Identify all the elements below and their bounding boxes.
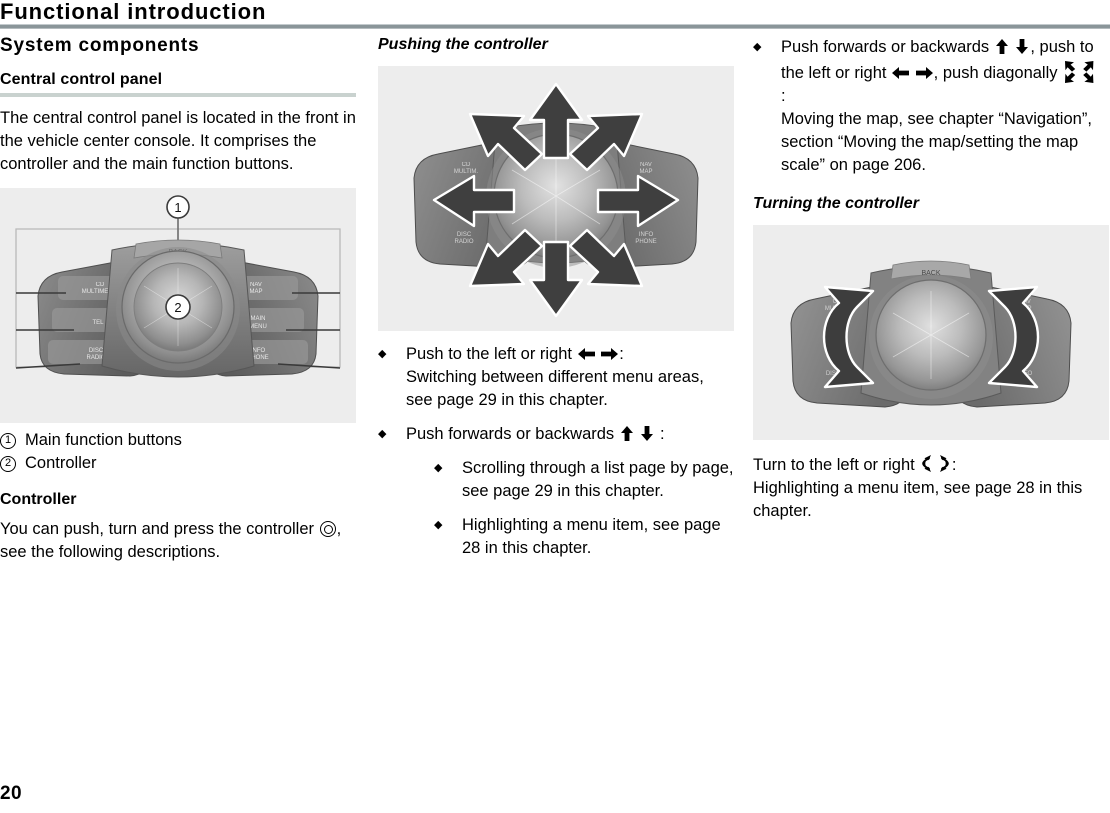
svg-text:2: 2 [174,300,181,315]
bullet-push-forwards-backwards: ◆ Push forwards or backwards : ◆ Scrolli… [378,423,734,571]
moving-map-bullet-list: ◆ Push forwards or backwards , push to t… [753,36,1109,177]
sub-bullet-highlighting: ◆ Highlighting a menu item, see page 28 … [434,514,734,560]
bullet-colon: : [619,345,624,364]
figure-legend: 1 Main function buttons 2 Controller [0,429,356,475]
subsection-title: Central control panel [0,70,163,88]
bullet-marker: ◆ [434,519,443,532]
running-head-title: Functional introduction [0,0,267,24]
column-2: Pushing the controller CD MULTIM. DISC R… [378,36,734,571]
intro-paragraph: The central control panel is located in … [0,109,356,174]
svg-text:1: 1 [174,200,181,215]
bullet-push-all-directions: ◆ Push forwards or backwards , push to t… [753,36,1109,177]
arrow-left-icon [577,347,595,361]
controller-heading: Controller [0,491,77,509]
turning-the-controller-heading: Turning the controller [753,195,919,212]
pushing-the-controller-figure: CD MULTIM. DISC RADIO NAV MAP INFO PHONE [378,66,734,332]
pushing-sub-bullet-list: ◆ Scrolling through a list page by page,… [406,457,734,560]
arrow-up-icon [620,426,634,442]
header-rule [0,24,1110,29]
bullet-push-left-right: ◆ Push to the left or right : Switching … [378,343,734,412]
legend-number-2: 2 [0,455,16,472]
arrow-left-icon [892,66,910,80]
svg-text:INFO: INFO [639,232,654,238]
legend-label-1: Main function buttons [25,431,182,450]
legend-item-1: 1 Main function buttons [0,429,356,452]
up-down-arrows-icon [994,38,1031,56]
bullet-detail-text: Switching between different menu areas, … [406,368,704,410]
legend-label-2: Controller [25,454,97,473]
svg-text:RADIO: RADIO [454,239,473,245]
svg-text:DISC: DISC [457,232,472,238]
page-header: Functional introduction [0,0,1110,30]
turn-text-after: : [951,456,957,475]
central-control-panel-figure: 1 CD MULTIMEDIA TEL DISC RADIO NAV MAP M… [0,188,356,424]
legend-number-1: 1 [0,432,16,449]
rotate-left-icon [920,455,932,473]
controller-paragraph: You can push, turn and press the control… [0,518,356,564]
bullet-part-1: Push forwards or backwards [781,38,990,56]
bullet-marker: ◆ [378,348,387,361]
arrow-down-icon [1015,39,1029,54]
four-diagonal-arrows-icon [1063,59,1107,85]
svg-text:TEL: TEL [92,320,104,326]
pushing-the-controller-heading: Pushing the controller [378,36,548,53]
subsection-rule [0,93,356,98]
arrow-right-icon [601,347,619,361]
bullet-marker: ◆ [753,41,762,53]
rotate-left-right-arrows-icon [919,455,952,474]
svg-text:MAP: MAP [639,169,652,175]
svg-text:NAV: NAV [250,282,262,288]
legend-item-2: 2 Controller [0,452,356,475]
svg-text:MULTIM.: MULTIM. [454,169,479,175]
svg-text:PHONE: PHONE [635,239,656,245]
left-right-arrows-icon [891,64,934,82]
sub-bullet-text: Scrolling through a list page by page, s… [462,459,734,501]
left-right-arrows-icon [577,345,620,363]
column-1: System components Central control panel … [0,35,356,576]
svg-text:CD: CD [462,162,471,168]
svg-text:MENU: MENU [249,324,267,330]
sub-bullet-scrolling: ◆ Scrolling through a list page by page,… [434,457,734,503]
turn-text-before: Turn to the left or right [753,456,915,475]
section-title: System components [0,35,200,56]
rotate-right-icon [939,455,951,473]
pushing-bullet-list: ◆ Push to the left or right : Switching … [378,343,734,571]
bullet-part-3: , push diagonally [933,64,1058,82]
up-down-arrows-icon [619,425,656,443]
column-3: ◆ Push forwards or backwards , push to t… [753,36,1109,535]
bullet-marker: ◆ [434,462,443,475]
svg-text:MAP: MAP [249,289,262,295]
bullet-colon: : [659,425,665,444]
svg-text:MAIN: MAIN [251,316,266,322]
bullet-lead-text: Push to the left or right [406,345,573,364]
arrow-right-icon [915,66,933,80]
bullet-lead-text: Push forwards or backwards [406,425,615,444]
controller-text-before: You can push, turn and press the control… [0,519,315,538]
bullet-detail-text: Moving the map, see chapter “Navigation”… [781,110,1092,174]
bullet-marker: ◆ [378,428,387,441]
controller-knob-icon [319,520,336,537]
arrow-up-icon [995,39,1009,54]
turning-paragraph: Turn to the left or right : Highlighting… [753,454,1109,523]
arrow-down-icon [640,426,654,442]
svg-text:DISC: DISC [89,348,104,354]
sub-bullet-text: Highlighting a menu item, see page 28 in… [462,516,721,558]
svg-text:CD: CD [96,282,105,288]
turn-detail-text: Highlighting a menu item, see page 28 in… [753,479,1083,521]
svg-text:NAV: NAV [640,162,652,168]
turning-the-controller-figure: CDMULTIM. TEL DISC NAVMAP MENU INFO BACK [753,225,1109,441]
bullet-part-4: : [781,87,786,105]
page-number: 20 [0,783,22,804]
